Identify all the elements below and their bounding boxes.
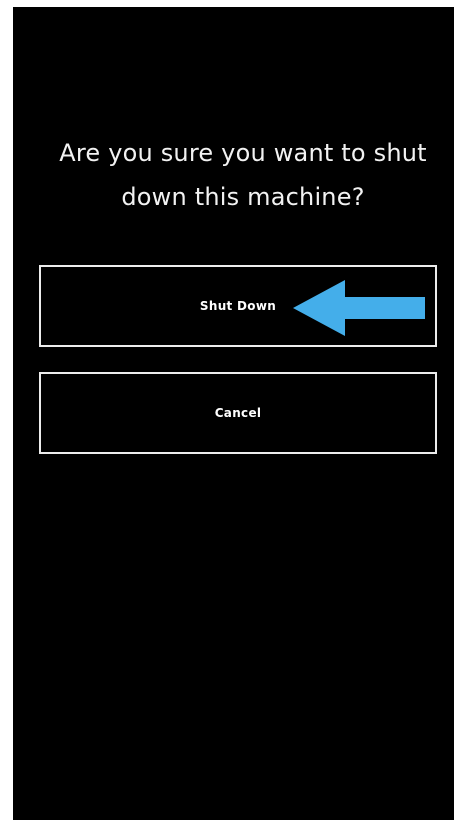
arrow-left-icon [293,280,425,336]
confirmation-message: Are you sure you want to shut down this … [43,131,443,219]
shut-down-button-label: Shut Down [199,299,277,313]
cancel-button[interactable]: Cancel [39,372,437,454]
confirmation-message-line-2: down this machine? [121,183,365,211]
confirmation-message-line-1: Are you sure you want to shut [59,139,427,167]
cancel-button-label: Cancel [214,406,262,420]
shutdown-dialog: Are you sure you want to shut down this … [13,7,454,820]
